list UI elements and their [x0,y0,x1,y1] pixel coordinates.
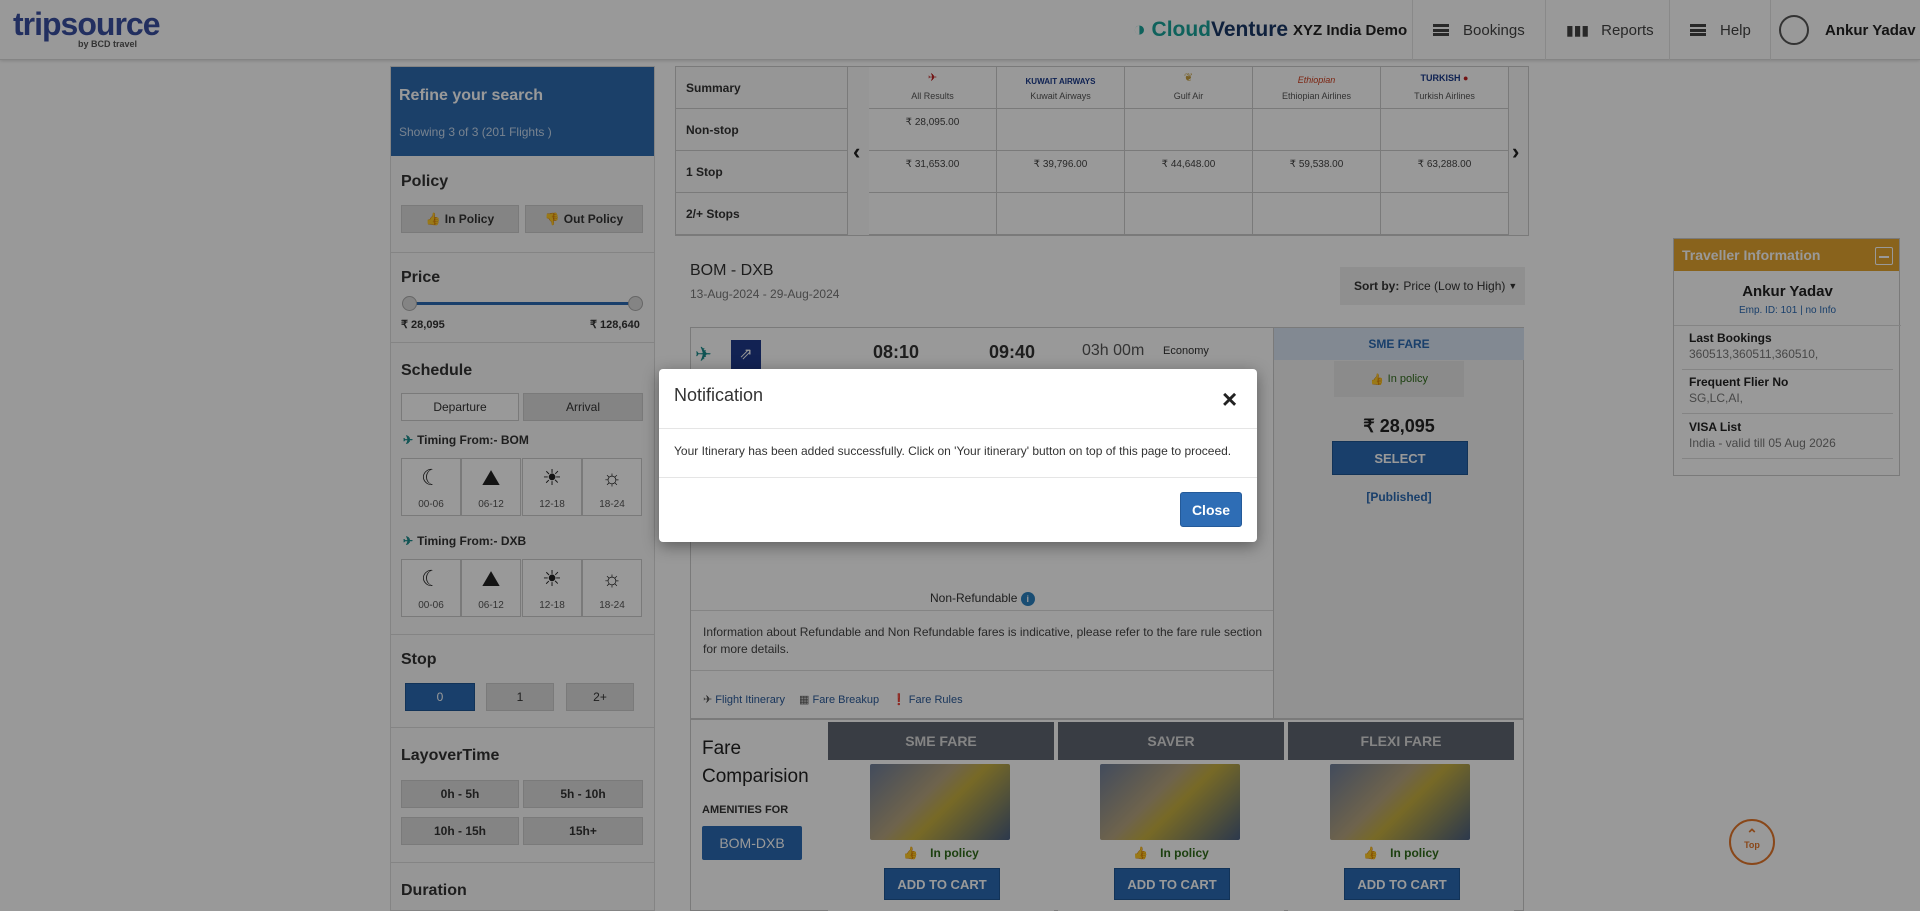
close-button[interactable]: Close [1180,492,1242,527]
notification-modal: Notification × Your Itinerary has been a… [659,369,1257,542]
modal-message: Your Itinerary has been added successful… [674,444,1232,458]
close-icon[interactable]: × [1222,386,1237,412]
divider [659,477,1257,478]
modal-title: Notification [674,385,764,405]
divider [659,428,1257,429]
